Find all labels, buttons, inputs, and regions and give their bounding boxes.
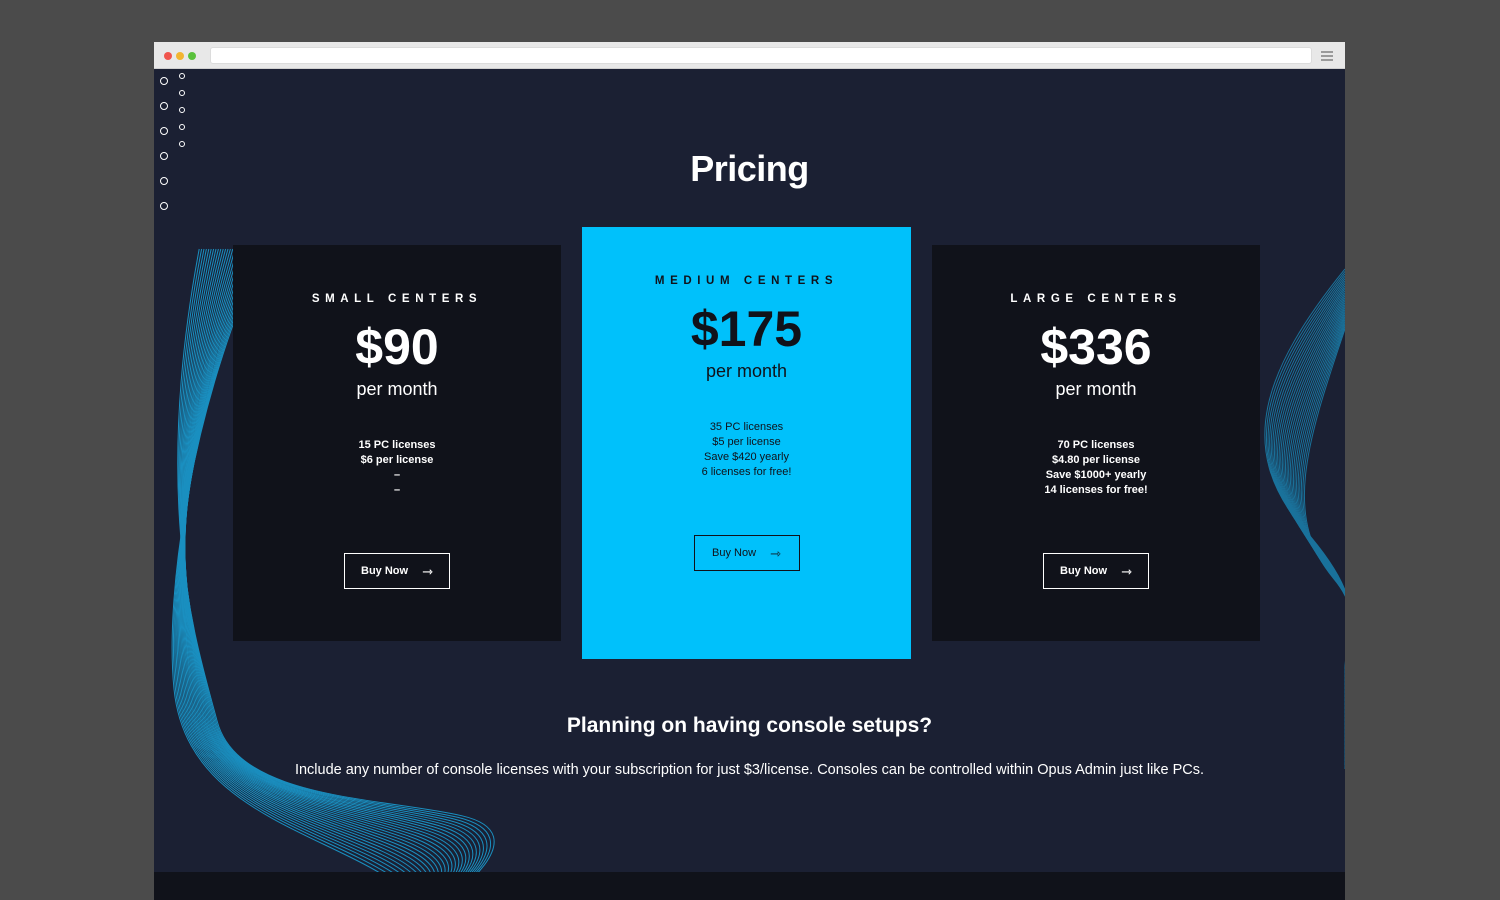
arrow-right-icon: ⇾ xyxy=(770,545,781,561)
feature-item: – xyxy=(393,469,401,481)
button-label: Buy Now xyxy=(361,565,409,577)
feature-item: Save $420 yearly xyxy=(704,451,789,463)
pricing-card-large: LARGE CENTERS $336 per month 70 PC licen… xyxy=(932,245,1260,641)
dot-pattern-decoration xyxy=(160,73,190,213)
browser-toolbar xyxy=(154,42,1345,69)
address-bar[interactable] xyxy=(210,47,1312,64)
plan-label: SMALL CENTERS xyxy=(311,293,483,305)
feature-item: $6 per license xyxy=(360,454,434,466)
pricing-card-medium: MEDIUM CENTERS $175 per month 35 PC lice… xyxy=(582,227,911,659)
button-label: Buy Now xyxy=(712,547,757,559)
feature-item: 70 PC licenses xyxy=(1057,439,1135,451)
plan-period: per month xyxy=(356,379,438,399)
minimize-window-button[interactable] xyxy=(176,52,184,60)
feature-item: 35 PC licenses xyxy=(709,421,784,433)
plan-price: $175 xyxy=(690,301,803,357)
console-heading: Planning on having console setups? xyxy=(566,714,933,737)
button-label: Buy Now xyxy=(1060,565,1108,577)
plan-price: $336 xyxy=(1040,319,1152,375)
buy-now-button-small[interactable]: Buy Now ⇾ xyxy=(344,553,450,589)
feature-item: – xyxy=(393,484,401,496)
hamburger-menu-icon[interactable] xyxy=(1321,51,1333,61)
maximize-window-button[interactable] xyxy=(188,52,196,60)
buy-now-button-large[interactable]: Buy Now ⇾ xyxy=(1043,553,1149,589)
buy-now-button-medium[interactable]: Buy Now ⇾ xyxy=(693,535,800,571)
plan-features: 35 PC licenses $5 per license Save $420 … xyxy=(582,420,911,480)
plan-features: 15 PC licenses $6 per license – – xyxy=(233,438,561,498)
browser-window: Pricing SMALL CENTERS $90 per month 15 P… xyxy=(154,42,1345,900)
page-title: Pricing xyxy=(690,148,809,189)
feature-item: Save $1000+ yearly xyxy=(1045,469,1147,481)
feature-item: $4.80 per license xyxy=(1051,454,1141,466)
console-description: Include any number of console licenses w… xyxy=(294,762,1205,778)
plan-features: 70 PC licenses $4.80 per license Save $1… xyxy=(932,438,1260,498)
close-window-button[interactable] xyxy=(164,52,172,60)
plan-period: per month xyxy=(1055,379,1137,399)
feature-item: 6 licenses for free! xyxy=(701,466,792,478)
plan-label: MEDIUM CENTERS xyxy=(654,275,839,287)
feature-item: $5 per license xyxy=(712,436,781,448)
plan-label: LARGE CENTERS xyxy=(1010,293,1182,305)
plan-price: $90 xyxy=(355,319,439,375)
pricing-card-small: SMALL CENTERS $90 per month 15 PC licens… xyxy=(233,245,561,641)
plan-period: per month xyxy=(705,361,788,381)
arrow-right-icon: ⇾ xyxy=(1121,563,1132,579)
feature-item: 15 PC licenses xyxy=(358,439,436,451)
feature-item: 14 licenses for free! xyxy=(1044,484,1148,496)
footer-section xyxy=(154,872,1345,900)
arrow-right-icon: ⇾ xyxy=(422,563,433,579)
